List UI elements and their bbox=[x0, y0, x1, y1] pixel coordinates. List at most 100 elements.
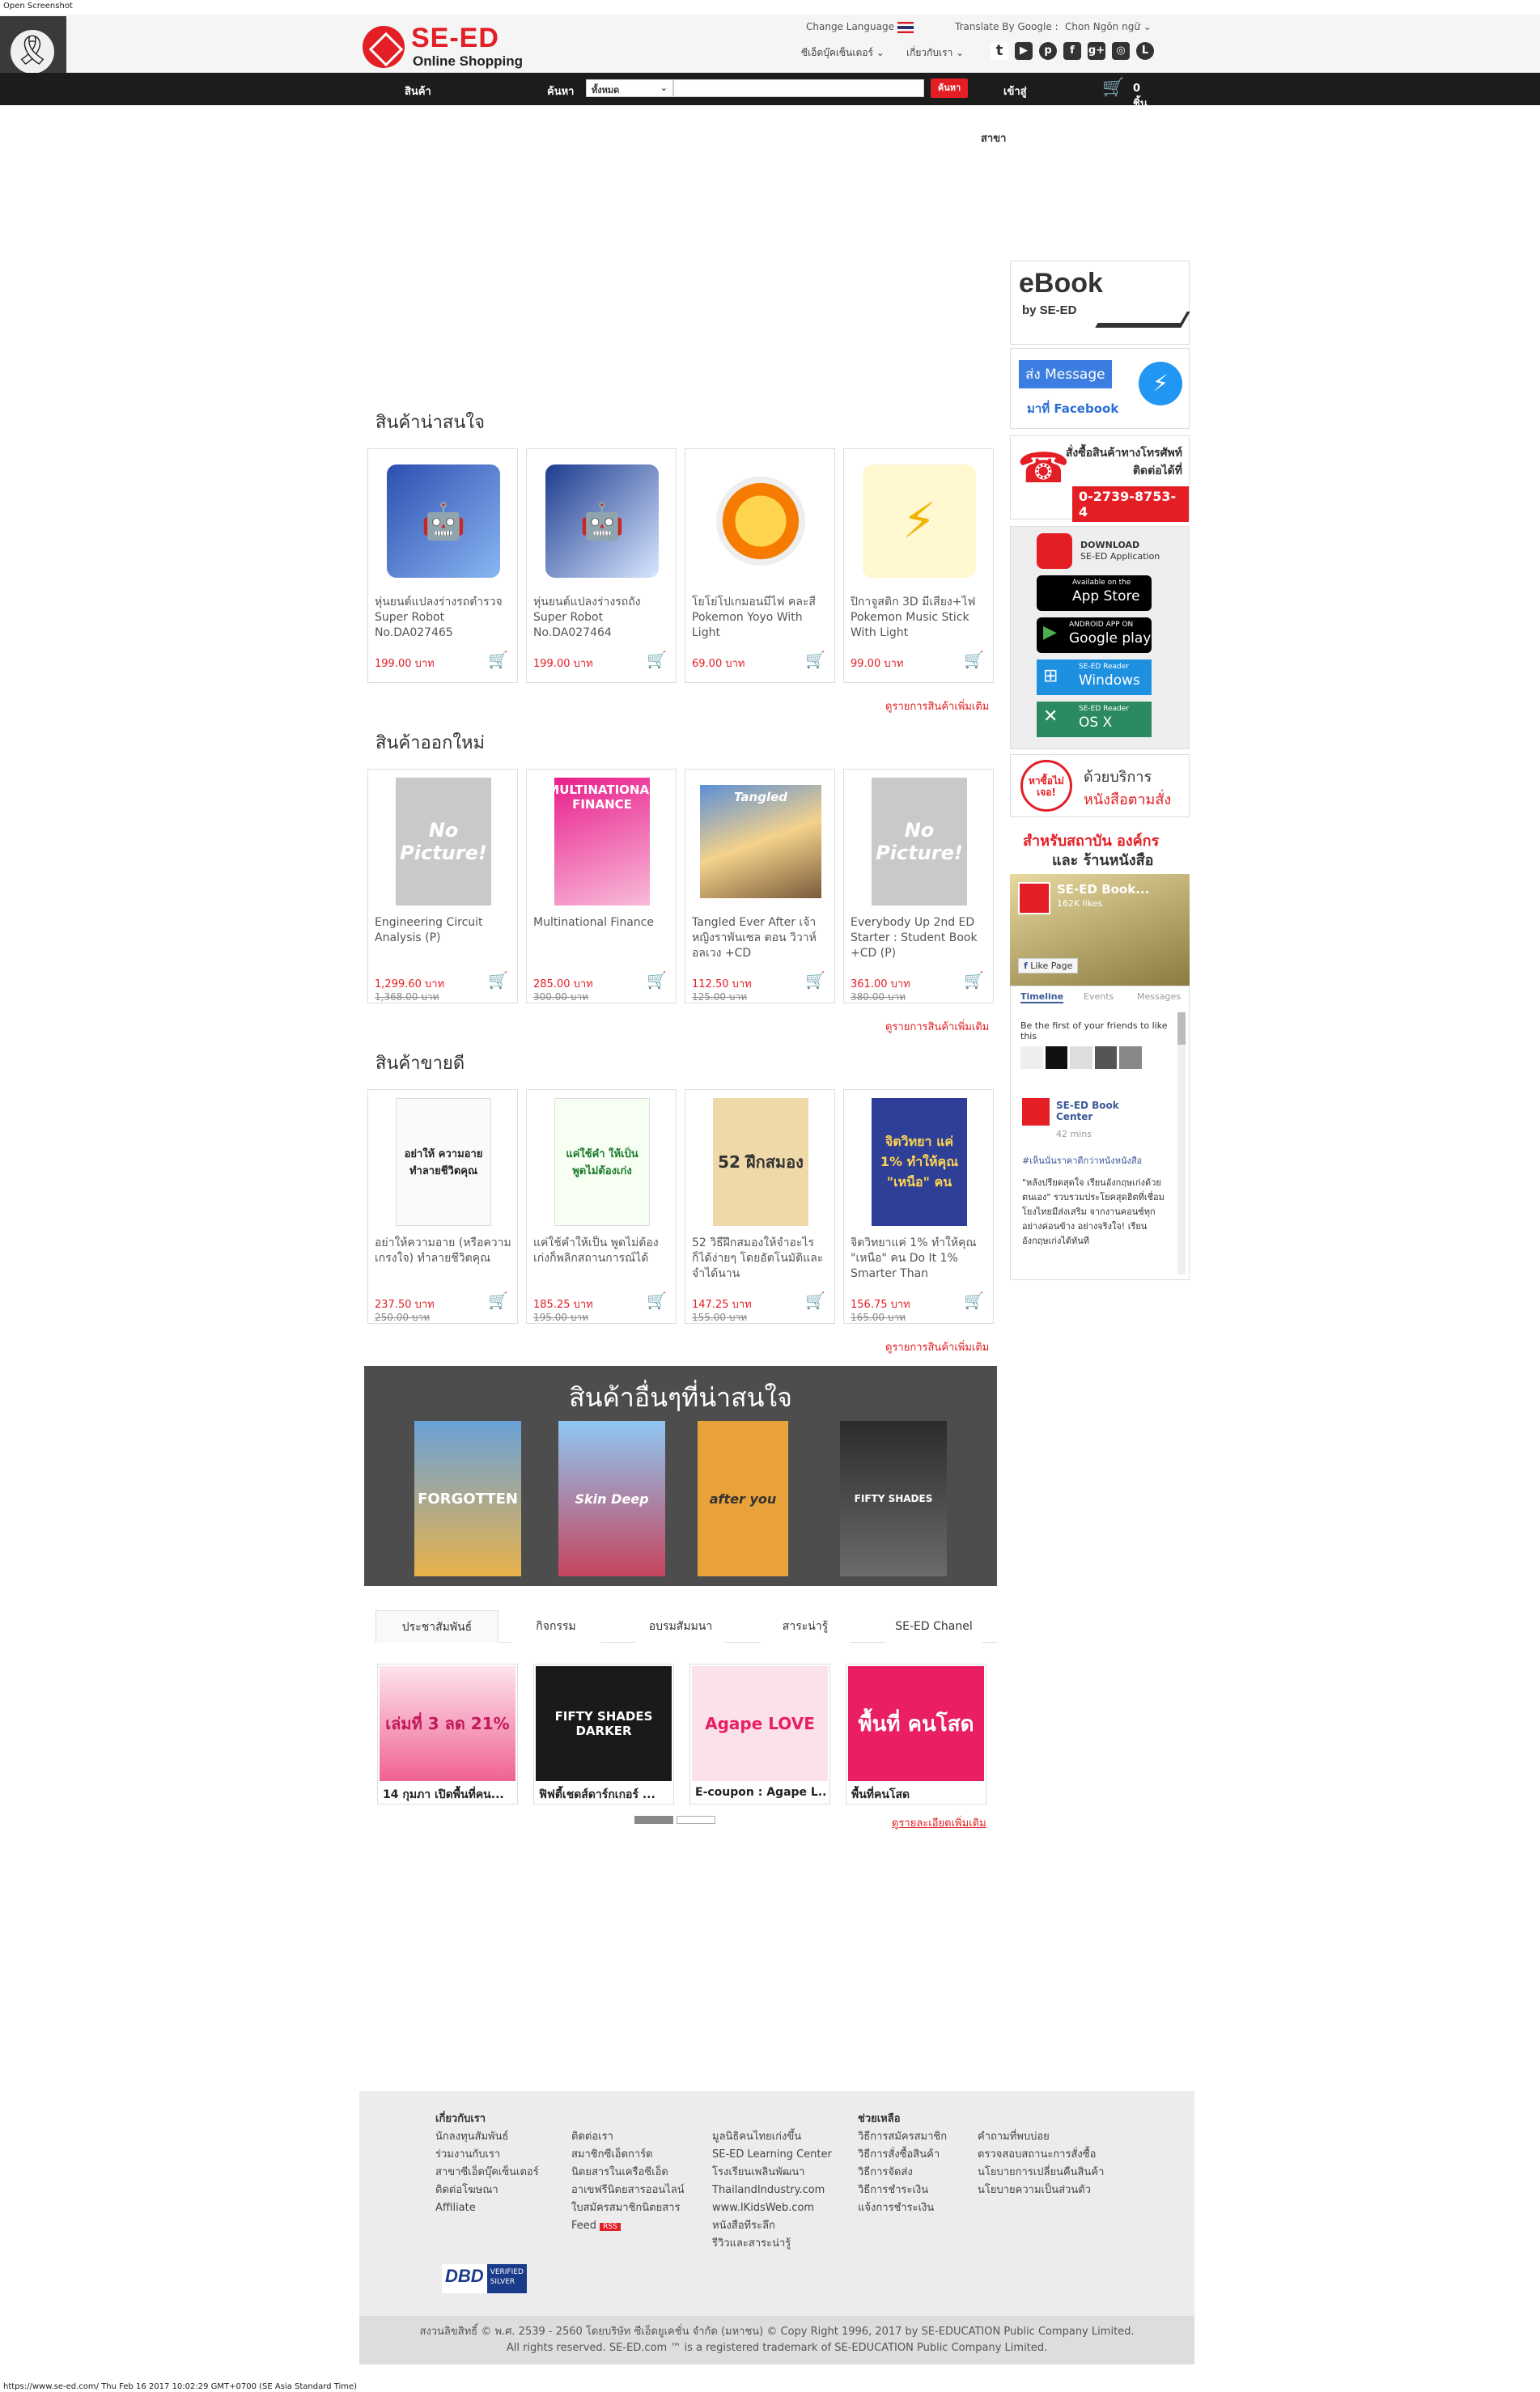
footer-link-feed[interactable]: Feed RSS bbox=[571, 2217, 685, 2236]
cart-count[interactable]: 0 ชิ้น bbox=[1133, 83, 1148, 112]
google-play-button[interactable]: ▶ ANDROID APP ON Google play bbox=[1037, 617, 1152, 653]
promo-card[interactable]: Agape LOVE E-coupon : Agape L... bbox=[689, 1664, 830, 1805]
fb-post-link[interactable]: #เห็นนั่นราคาดีกว่าหนังหนังสือ bbox=[1022, 1153, 1173, 1168]
promo-card[interactable]: พื้นที่ คนโสด พื้นที่คนโสด bbox=[846, 1664, 986, 1805]
footer-link[interactable]: วิธีการชำระเงิน bbox=[858, 2182, 947, 2199]
categories-menu[interactable]: สินค้าและบริการ ⌄ bbox=[405, 83, 435, 146]
ebook-banner[interactable]: eBook by SE-ED bbox=[1010, 261, 1190, 345]
product-card[interactable]: MULTINATIONAL FINANCE Multinational Fina… bbox=[526, 769, 677, 1003]
youtube-icon[interactable]: ▶ bbox=[1015, 42, 1033, 60]
tab-pr[interactable]: ประชาสัมพันธ์ bbox=[375, 1610, 498, 1643]
app-store-button[interactable]: Available on the App Store bbox=[1037, 575, 1152, 611]
footer-link[interactable]: วิธีการสมัครสมาชิก bbox=[858, 2128, 947, 2146]
footer-link[interactable]: ThailandIndustry.com bbox=[712, 2182, 832, 2199]
footer-link[interactable]: วิธีการสั่งซื้อสินค้า bbox=[858, 2146, 947, 2164]
product-image[interactable]: แค่ใช้คำ ให้เป็น พูดไม่ต้องเก่ง bbox=[541, 1098, 663, 1226]
product-name[interactable]: Tangled Ever After เจ้าหญิงราพันเซล ตอน … bbox=[692, 915, 829, 962]
fb-tab-messages[interactable]: Messages bbox=[1137, 991, 1181, 1002]
footer-link[interactable]: มูลนิธิคนไทยเก่งขึ้น bbox=[712, 2128, 832, 2146]
footer-link[interactable]: Affiliate bbox=[435, 2199, 539, 2217]
windows-button[interactable]: ⊞ SE-ED Reader Windows bbox=[1037, 659, 1152, 695]
messenger-banner[interactable]: ส่ง Message มาที่ Facebook ⚡ bbox=[1010, 348, 1190, 429]
change-language[interactable]: Change Language bbox=[806, 21, 914, 33]
osx-button[interactable]: ✕ SE-ED Reader OS X bbox=[1037, 702, 1152, 737]
product-card[interactable]: แค่ใช้คำ ให้เป็น พูดไม่ต้องเก่ง แค่ใช้คำ… bbox=[526, 1089, 677, 1324]
footer-link[interactable]: ติดต่อโฆษณา bbox=[435, 2182, 539, 2199]
tab-activities[interactable]: กิจกรรม bbox=[511, 1610, 600, 1643]
tab-chanel[interactable]: SE-ED Chanel bbox=[885, 1610, 982, 1643]
product-card[interactable]: No Picture! Everybody Up 2nd ED Starter … bbox=[843, 769, 994, 1003]
link-about[interactable]: เกี่ยวกับเรา ⌄ bbox=[906, 45, 964, 61]
add-to-cart-icon[interactable]: 🛒 bbox=[488, 650, 509, 669]
product-name[interactable]: อย่าให้ความอาย (หรือความเกรงใจ) ทำลายชีว… bbox=[375, 1236, 512, 1283]
footer-link[interactable]: วิธีการจัดส่ง bbox=[858, 2164, 947, 2182]
other-book-cover[interactable]: Skin Deep bbox=[558, 1421, 665, 1576]
fb-page-cover[interactable]: SE-ED Book... 162K likes f Like Page bbox=[1010, 874, 1190, 987]
footer-link[interactable]: นโยบายความเป็นส่วนตัว bbox=[978, 2182, 1104, 2199]
language-select[interactable]: Chon Ngôn ngữ ⌄ bbox=[1065, 21, 1152, 32]
cart-icon[interactable]: 🛒 bbox=[1102, 78, 1124, 98]
footer-link[interactable]: หนังสือทีระลึก bbox=[712, 2217, 832, 2235]
footer-link[interactable]: โรงเรียนเพลินพัฒนา bbox=[712, 2164, 832, 2182]
tab-seminars[interactable]: อบรมสัมมนา bbox=[636, 1610, 725, 1643]
footer-link[interactable]: สาขาซีเอ็ดบุ๊คเซ็นเตอร์ bbox=[435, 2164, 539, 2182]
product-image[interactable]: 🤖 bbox=[383, 460, 504, 582]
footer-link[interactable]: นิตยสารในเครือซีเอ็ด bbox=[571, 2164, 685, 2182]
promo-card[interactable]: FIFTY SHADES DARKER ฟิฟตี้เชดส์ดาร์กเกอร… bbox=[533, 1664, 674, 1805]
more-new-link[interactable]: ดูรายการสินค้าเพิ่มเติม bbox=[885, 1018, 989, 1035]
footer-link[interactable]: นักลงทุนสัมพันธ์ bbox=[435, 2128, 539, 2146]
add-to-cart-icon[interactable]: 🛒 bbox=[647, 1291, 668, 1310]
fb-tab-timeline[interactable]: Timeline bbox=[1020, 991, 1064, 1003]
product-card[interactable]: Tangled Tangled Ever After เจ้าหญิงราพัน… bbox=[685, 769, 835, 1003]
product-name[interactable]: 52 วิธีฝึกสมองให้จำอะไรก็ได้ง่ายๆ โดยอัต… bbox=[692, 1236, 829, 1283]
product-name[interactable]: จิตวิทยาแค่ 1% ทำให้คุณ "เหนือ" คน Do It… bbox=[851, 1236, 988, 1283]
product-card[interactable]: อย่าให้ ความอาย ทำลายชีวิตคุณ อย่าให้ควา… bbox=[367, 1089, 518, 1324]
login-link[interactable]: เข้าสู่ระบบ bbox=[1003, 83, 1028, 117]
more-best-link[interactable]: ดูรายการสินค้าเพิ่มเติม bbox=[885, 1338, 989, 1355]
product-name[interactable]: หุ่นยนต์แปลงร่างรถตำรวจ Super Robot No.D… bbox=[375, 595, 512, 642]
search-button[interactable]: ค้นหา bbox=[931, 78, 968, 98]
product-image[interactable]: No Picture! bbox=[383, 778, 504, 905]
product-card[interactable]: 🤖 หุ่นยนต์แปลงร่างรถตำรวจ Super Robot No… bbox=[367, 448, 518, 683]
add-to-cart-icon[interactable]: 🛒 bbox=[647, 650, 668, 669]
product-image[interactable]: 52 ฝึกสมอง bbox=[700, 1098, 821, 1226]
promo-card[interactable]: เล่มที่ 3 ลด 21% 14 กุมภา เปิดพื้นที่คน.… bbox=[377, 1664, 518, 1805]
footer-link[interactable]: นโยบายการเปลี่ยนคืนสินค้า bbox=[978, 2164, 1104, 2182]
fb-like-button[interactable]: f Like Page bbox=[1018, 958, 1079, 973]
fb-tab-events[interactable]: Events bbox=[1084, 991, 1114, 1002]
facebook-icon[interactable]: f bbox=[1063, 42, 1081, 60]
more-interesting-link[interactable]: ดูรายการสินค้าเพิ่มเติม bbox=[885, 698, 989, 715]
product-name[interactable]: แค่ใช้คำให้เป็น พูดไม่ต้องเก่งก็พลิกสถาน… bbox=[533, 1236, 671, 1283]
add-to-cart-icon[interactable]: 🛒 bbox=[805, 650, 826, 669]
add-to-cart-icon[interactable]: 🛒 bbox=[805, 1291, 826, 1310]
product-card[interactable]: ⚡ ปิกาจูสติก 3D มีเสียง+ไฟ Pokemon Music… bbox=[843, 448, 994, 683]
product-image[interactable]: Tangled bbox=[700, 781, 821, 902]
product-image[interactable]: จิตวิทยา แค่ 1% ทำให้คุณ "เหนือ" คน bbox=[859, 1098, 980, 1226]
product-image[interactable]: อย่าให้ ความอาย ทำลายชีวิตคุณ bbox=[383, 1098, 504, 1226]
link-bookcenter[interactable]: ซีเอ็ดบุ๊คเซ็นเตอร์ ⌄ bbox=[801, 45, 885, 61]
google-plus-icon[interactable]: g+ bbox=[1088, 42, 1105, 60]
dbd-verified-badge[interactable]: DBD VERIFIED SILVER bbox=[442, 2264, 563, 2293]
add-to-cart-icon[interactable]: 🛒 bbox=[805, 970, 826, 990]
footer-link[interactable]: www.IKidsWeb.com bbox=[712, 2199, 832, 2217]
footer-link[interactable]: อาเขฟรีนิตยสารออนไลน์ bbox=[571, 2182, 685, 2199]
promo-more-link[interactable]: ดูรายละเอียดเพิ่มเติม bbox=[892, 1814, 986, 1831]
product-card[interactable]: จิตวิทยา แค่ 1% ทำให้คุณ "เหนือ" คน จิตว… bbox=[843, 1089, 994, 1324]
product-name[interactable]: Multinational Finance bbox=[533, 915, 671, 962]
add-to-cart-icon[interactable]: 🛒 bbox=[964, 1291, 985, 1310]
twitter-icon[interactable]: t bbox=[991, 42, 1008, 60]
product-image[interactable]: MULTINATIONAL FINANCE bbox=[541, 778, 663, 905]
footer-link[interactable]: ตรวจสอบสถานะการสั่งซื้อ bbox=[978, 2146, 1104, 2164]
footer-link[interactable]: SE-ED Learning Center bbox=[712, 2146, 832, 2164]
add-to-cart-icon[interactable]: 🛒 bbox=[647, 970, 668, 990]
product-card[interactable]: โยโย่โปเกมอนมีไฟ คละสี Pokemon Yoyo With… bbox=[685, 448, 835, 683]
product-name[interactable]: ปิกาจูสติก 3D มีเสียง+ไฟ Pokemon Music S… bbox=[851, 595, 988, 642]
add-to-cart-icon[interactable]: 🛒 bbox=[964, 970, 985, 990]
carousel-dot[interactable] bbox=[677, 1816, 715, 1824]
footer-link[interactable]: แจ้งการชำระเงิน bbox=[858, 2199, 947, 2217]
product-card[interactable]: No Picture! Engineering Circuit Analysis… bbox=[367, 769, 518, 1003]
footer-link[interactable]: คำถามที่พบบ่อย bbox=[978, 2128, 1104, 2146]
site-logo[interactable]: SE-ED Online Shopping bbox=[363, 23, 565, 71]
other-book-cover[interactable]: FORGOTTEN bbox=[414, 1421, 521, 1576]
tab-knowledge[interactable]: สาระน่ารู้ bbox=[761, 1610, 850, 1643]
